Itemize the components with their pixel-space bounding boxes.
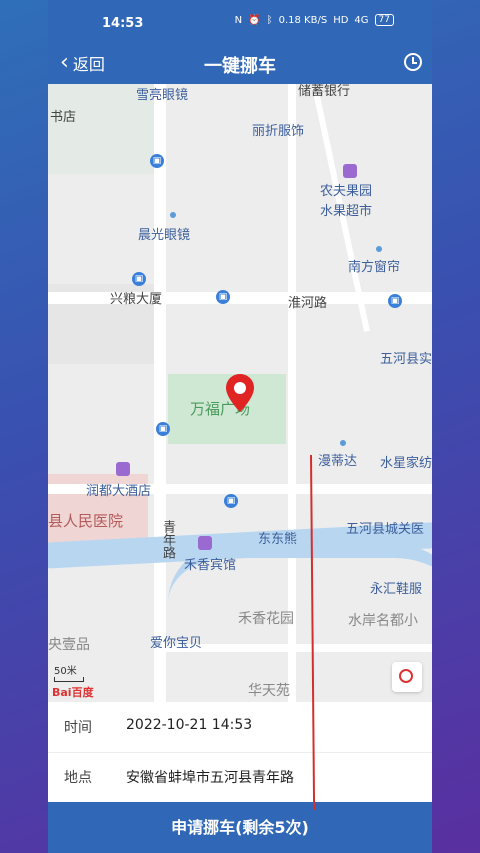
signal-icon: 4G <box>354 14 369 26</box>
map-label: 丽折服饰 <box>252 124 305 139</box>
map-label: 禾香宾馆 <box>184 558 237 573</box>
map-label: 青年路 <box>160 520 175 559</box>
map-label: 雪亮眼镜 <box>136 88 189 103</box>
map-label: 华天苑 <box>248 683 290 699</box>
map-scale: 50米 <box>54 662 84 682</box>
scale-bar <box>54 677 84 682</box>
battery-icon: 77 <box>374 14 394 26</box>
map-label: 爱你宝贝 <box>150 636 203 651</box>
bluetooth-icon: ᛒ <box>266 14 273 26</box>
alarm-icon: ⏰ <box>248 14 261 26</box>
baidu-logo: Bai百度 <box>52 686 94 699</box>
map-view[interactable]: 雪亮眼镜 储蓄银行 书店 丽折服饰 农夫果园 水果超市 ▣ 晨光眼镜 南方窗帘 … <box>48 84 432 702</box>
location-label: 地点 <box>64 770 92 786</box>
location-pin-icon <box>226 374 254 416</box>
map-label: 禾香花园 <box>238 611 294 627</box>
bus-stop-icon: ▣ <box>224 494 238 508</box>
map-label: 东东熊 <box>258 532 298 547</box>
map-label: 书店 <box>50 110 77 125</box>
scale-label: 50米 <box>54 666 77 677</box>
phone-screen: 14:53 N ⏰ ᛒ 0.18 KB/S HD 4G 77 ‹ 返回 一键挪车 <box>48 0 432 853</box>
road-qingnian <box>154 84 166 702</box>
bus-stop-icon: ▣ <box>216 290 230 304</box>
road-huaihe <box>48 292 432 304</box>
bus-stop-icon: ▣ <box>156 422 170 436</box>
info-panel: 时间 2022-10-21 14:53 地点 安徽省蚌埠市五河县青年路 <box>48 702 432 803</box>
page-title: 一键挪车 <box>204 56 276 77</box>
apply-move-car-button[interactable]: 申请挪车(剩余5次) <box>48 802 432 853</box>
map-label: 五河县实 <box>380 352 432 367</box>
map-label: 淮河路 <box>288 296 328 311</box>
poi-dot-icon <box>170 212 176 218</box>
history-clock-icon[interactable] <box>404 53 422 71</box>
location-value: 安徽省蚌埠市五河县青年路 <box>126 770 294 786</box>
net-speed: 0.18 KB/S <box>278 14 328 26</box>
map-label: 晨光眼镜 <box>138 228 191 243</box>
poi-dot-icon <box>376 246 382 252</box>
hotel-icon <box>116 462 130 476</box>
locate-button[interactable] <box>392 662 422 692</box>
status-time: 14:53 <box>102 16 144 31</box>
status-bar: 14:53 N ⏰ ᛒ 0.18 KB/S HD 4G 77 <box>48 0 432 44</box>
location-row: 地点 安徽省蚌埠市五河县青年路 <box>48 752 432 803</box>
map-label: 五河县城关医 <box>346 522 425 537</box>
map-label: 农夫果园 <box>320 184 373 199</box>
shop-icon <box>343 164 357 178</box>
time-row: 时间 2022-10-21 14:53 <box>48 702 432 753</box>
top-nav-bar: ‹ 返回 一键挪车 <box>48 44 432 84</box>
map-label: 储蓄银行 <box>298 84 351 99</box>
map-label: 南方窗帘 <box>348 260 401 275</box>
hd-icon: HD <box>333 14 349 26</box>
poi-dot-icon <box>340 440 346 446</box>
map-label: 水岸名都小 <box>348 613 418 629</box>
locate-icon <box>399 669 413 683</box>
map-label: 兴粮大厦 <box>110 292 163 307</box>
map-label: 水果超市 <box>320 204 373 219</box>
bus-stop-icon: ▣ <box>150 154 164 168</box>
map-label: 县人民医院 <box>48 512 124 530</box>
status-icons: N ⏰ ᛒ 0.18 KB/S HD 4G 77 <box>235 14 394 26</box>
nfc-icon: N <box>234 14 243 26</box>
map-label: 永汇鞋服 <box>370 582 423 597</box>
bus-stop-icon: ▣ <box>388 294 402 308</box>
map-label: 央壹品 <box>48 637 90 653</box>
time-label: 时间 <box>64 720 92 736</box>
map-label: 水星家纺 <box>380 456 432 471</box>
building-icon: ▣ <box>132 272 146 286</box>
map-label: 漫蒂达 <box>318 454 358 469</box>
map-label: 润都大酒店 <box>86 484 152 499</box>
time-value: 2022-10-21 14:53 <box>126 717 253 733</box>
hotel-icon <box>198 536 212 550</box>
